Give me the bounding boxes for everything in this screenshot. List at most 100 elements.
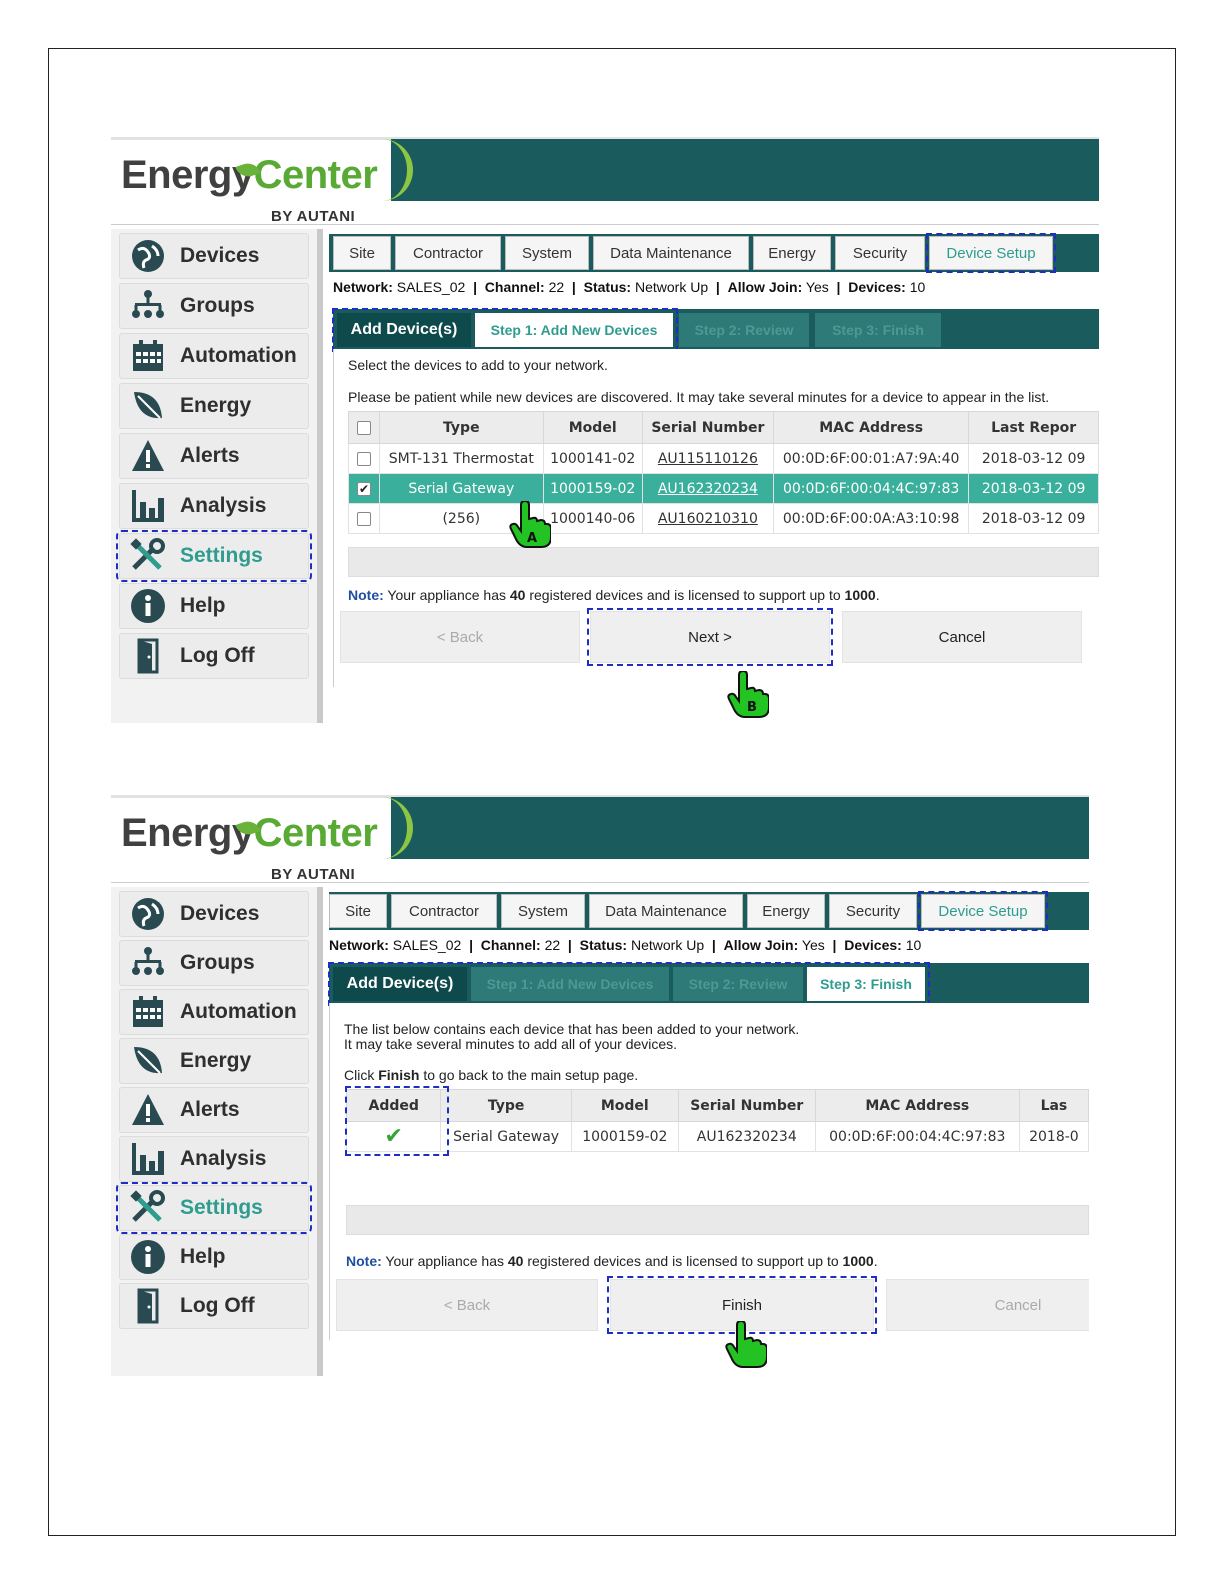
sidebar-item-groups[interactable]: Groups [119, 940, 309, 986]
energycenter-logo[interactable]: EnergyCenter BY AUTANI [121, 813, 378, 883]
select-all-checkbox[interactable] [348, 411, 380, 444]
cancel-button[interactable]: Cancel [886, 1279, 1089, 1331]
added-devices-table: Added Type Model Serial Number MAC Addre… [345, 1089, 1089, 1152]
sidebar-item-logoff[interactable]: Log Off [119, 633, 309, 679]
wizard-step-3[interactable]: Step 3: Finish [807, 967, 925, 1001]
table-row[interactable]: SMT-131 Thermostat 1000141-02 AU11511012… [348, 443, 1099, 474]
tab-system[interactable]: System [505, 236, 589, 270]
added-column-highlight [345, 1086, 449, 1156]
table-header-row: Added Type Model Serial Number MAC Addre… [345, 1089, 1089, 1122]
tab-system[interactable]: System [501, 894, 585, 928]
tab-energy[interactable]: Energy [753, 236, 831, 270]
row-checkbox[interactable] [357, 451, 371, 466]
groups-tree-icon [128, 943, 168, 983]
cancel-button[interactable]: Cancel [842, 611, 1082, 663]
col-type[interactable]: Type [440, 1089, 572, 1122]
tab-site[interactable]: Site [329, 894, 387, 928]
cell-type: Serial Gateway [440, 1121, 572, 1152]
col-model[interactable]: Model [570, 1089, 679, 1122]
tab-security[interactable]: Security [829, 894, 917, 928]
sidebar-item-analysis[interactable]: Analysis [119, 483, 309, 529]
devices-globe-icon [128, 236, 168, 276]
col-serial[interactable]: Serial Number [677, 1089, 816, 1122]
tab-site[interactable]: Site [333, 236, 391, 270]
tools-icon [128, 536, 168, 576]
cell-mac: 00:0D:6F:00:01:A7:9A:40 [772, 443, 970, 474]
col-last-report[interactable]: Last Repor [968, 411, 1099, 444]
sidebar-item-label: Energy [180, 1049, 252, 1072]
cell-model: 1000141-02 [542, 443, 643, 474]
tab-energy[interactable]: Energy [747, 894, 825, 928]
tab-data-maintenance[interactable]: Data Maintenance [589, 894, 743, 928]
table-horizontal-scrollbar[interactable] [346, 1205, 1089, 1235]
serial-link[interactable]: AU115110126 [658, 451, 758, 467]
energycenter-logo[interactable]: EnergyCenter BY AUTANI [121, 153, 378, 225]
tab-data-maintenance[interactable]: Data Maintenance [593, 236, 749, 270]
sidebar-item-settings[interactable]: Settings [116, 1182, 312, 1234]
sidebar-item-logoff[interactable]: Log Off [119, 1283, 309, 1329]
col-mac[interactable]: MAC Address [814, 1089, 1020, 1122]
next-button[interactable]: Next > [587, 608, 833, 666]
network-status-line: Network: SALES_02 | Channel: 22 | Status… [333, 279, 926, 295]
pointer-hand-b-icon: B [727, 671, 769, 718]
table-row[interactable]: ✔ Serial Gateway 1000159-02 AU162320234 … [345, 1121, 1089, 1152]
row-checkbox[interactable] [357, 511, 371, 526]
tab-contractor[interactable]: Contractor [391, 894, 497, 928]
devices-globe-icon [128, 894, 168, 934]
wizard-step-2[interactable]: Step 2: Review [673, 967, 803, 1001]
sidebar-item-analysis[interactable]: Analysis [119, 1136, 309, 1182]
cell-last-report: 2018-03-12 09 [968, 503, 1099, 534]
sidebar-item-settings[interactable]: Settings [116, 530, 312, 582]
sidebar-item-alerts[interactable]: Alerts [119, 433, 309, 479]
warning-triangle-icon [128, 1090, 168, 1130]
sidebar-item-automation[interactable]: Automation [119, 333, 309, 379]
table-row-selected[interactable]: ✔ Serial Gateway 1000159-02 AU162320234 … [348, 473, 1099, 504]
warning-triangle-icon [128, 436, 168, 476]
serial-link[interactable]: AU162320234 [658, 481, 758, 497]
sidebar-item-energy[interactable]: Energy [119, 1038, 309, 1084]
col-serial[interactable]: Serial Number [641, 411, 774, 444]
back-button[interactable]: < Back [340, 611, 580, 663]
back-button[interactable]: < Back [336, 1279, 598, 1331]
col-type[interactable]: Type [379, 411, 544, 444]
sidebar: Devices Groups Automation Energy Alerts … [111, 229, 323, 723]
sidebar-item-groups[interactable]: Groups [119, 283, 309, 329]
discovered-devices-table: Type Model Serial Number MAC Address Las… [348, 411, 1099, 534]
row-checkbox-checked[interactable]: ✔ [357, 481, 371, 496]
leaf-icon [128, 386, 168, 426]
sidebar-item-alerts[interactable]: Alerts [119, 1087, 309, 1133]
col-model[interactable]: Model [542, 411, 643, 444]
cell-last-report: 2018-03-12 09 [968, 473, 1099, 504]
wizard-step-2[interactable]: Step 2: Review [679, 313, 809, 347]
groups-tree-icon [128, 286, 168, 326]
sidebar-item-energy[interactable]: Energy [119, 383, 309, 429]
tab-device-setup[interactable]: Device Setup [918, 891, 1048, 931]
wizard-step-3[interactable]: Step 3: Finish [815, 313, 941, 347]
cell-serial: AU162320234 [677, 1121, 816, 1152]
door-icon [128, 636, 168, 676]
wizard-title: Add Device(s) [337, 313, 471, 347]
sidebar-item-label: Groups [180, 294, 255, 317]
sidebar-item-help[interactable]: Help [119, 583, 309, 629]
wizard-step-1[interactable]: Step 1: Add New Devices [471, 967, 669, 1001]
sidebar-item-help[interactable]: Help [119, 1234, 309, 1280]
wizard-steps: Add Device(s) Step 1: Add New Devices St… [332, 308, 1099, 352]
col-last-report[interactable]: Las [1018, 1089, 1089, 1122]
added-wait-text: It may take several minutes to add all o… [344, 1036, 678, 1052]
wizard-step-1[interactable]: Step 1: Add New Devices [475, 313, 673, 347]
sidebar-item-automation[interactable]: Automation [119, 989, 309, 1035]
wizard-title: Add Device(s) [333, 967, 467, 1001]
table-row[interactable]: (256) 1000140-06 AU160210310 00:0D:6F:00… [348, 503, 1099, 534]
serial-link[interactable]: AU160210310 [658, 511, 758, 527]
logo-part2: Center [253, 153, 378, 197]
tab-device-setup[interactable]: Device Setup [926, 233, 1056, 273]
license-note: Note: Your appliance has 40 registered d… [346, 1253, 878, 1269]
col-mac[interactable]: MAC Address [772, 411, 970, 444]
sidebar-item-devices[interactable]: Devices [119, 233, 309, 279]
table-horizontal-scrollbar[interactable] [348, 547, 1099, 577]
sidebar-item-devices[interactable]: Devices [119, 891, 309, 937]
license-note: Note: Your appliance has 40 registered d… [348, 587, 880, 603]
logo-part1: Energy [121, 153, 254, 197]
tab-contractor[interactable]: Contractor [395, 236, 501, 270]
tab-security[interactable]: Security [835, 236, 925, 270]
